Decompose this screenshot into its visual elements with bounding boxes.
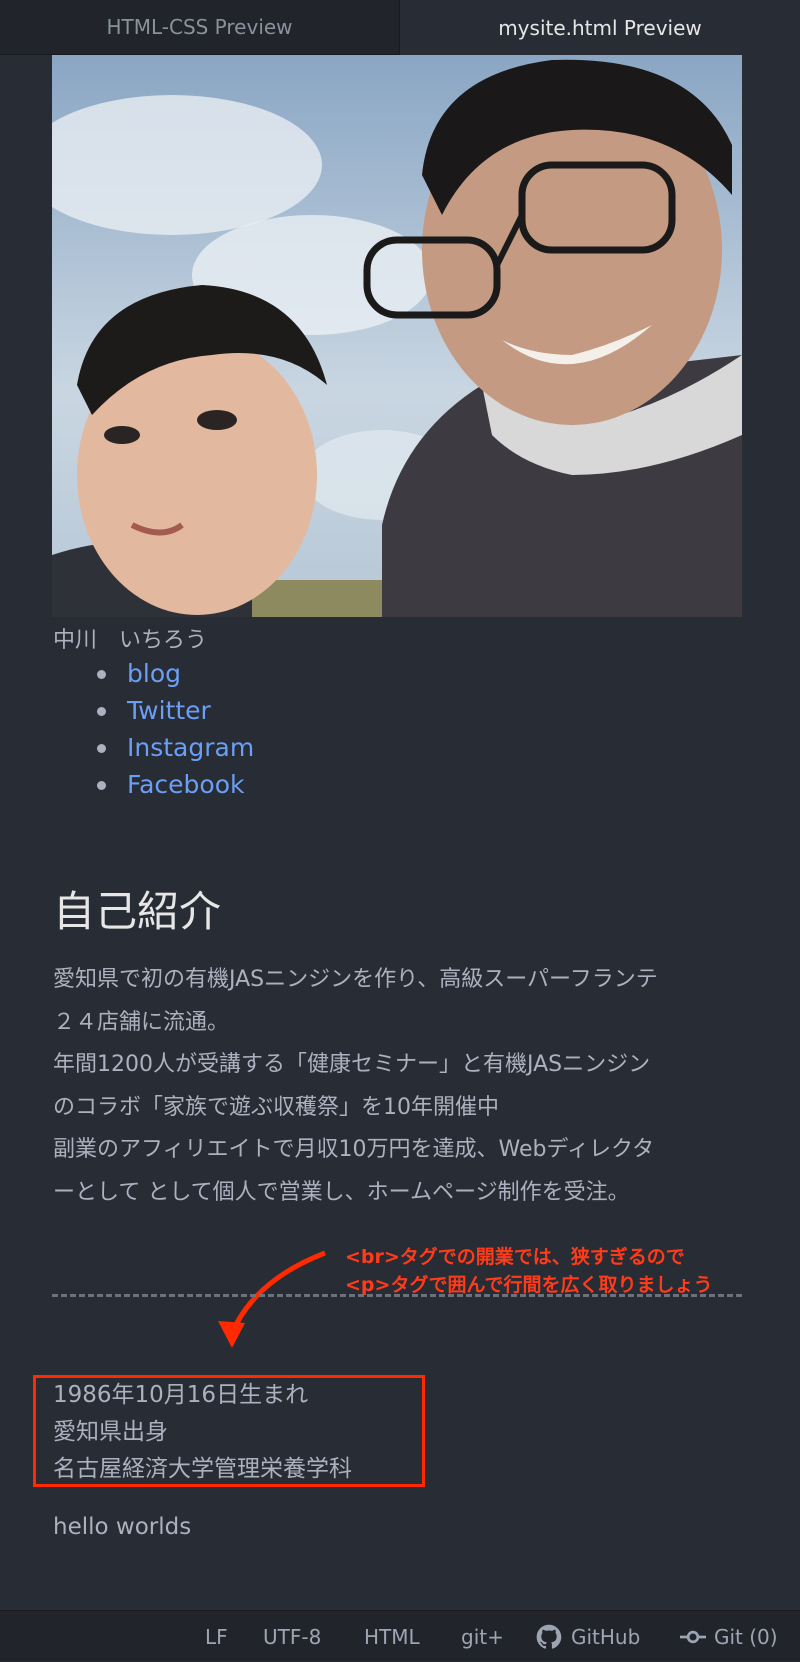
- intro-line: ーとして として個人で営業し、ホームページ制作を受注。: [53, 1179, 630, 1205]
- list-item: Facebook: [96, 766, 254, 803]
- annotation-note: <br>タグでの開業では、狭すぎるので <p>タグで囲んで行間を広く取りましょう: [345, 1243, 713, 1299]
- intro-line: 愛知県で初の有機JASニンジンを作り、高級スーパーフランテ: [53, 967, 658, 992]
- github-status[interactable]: GitHub: [535, 1611, 640, 1662]
- intro-line: ２４店舗に流通。: [53, 1009, 230, 1035]
- twitter-link[interactable]: Twitter: [127, 696, 211, 725]
- status-bar: LF UTF-8 HTML git+ GitHub Git (0): [0, 1610, 800, 1661]
- instagram-link[interactable]: Instagram: [127, 733, 254, 762]
- annotation-line: <br>タグでの開業では、狭すぎるので: [345, 1246, 685, 1268]
- git-commit-icon: [680, 1630, 706, 1643]
- blog-link[interactable]: blog: [127, 659, 181, 688]
- annotation-arrow-icon: [218, 1250, 326, 1348]
- intro-line: 副業のアフィリエイトで月収10万円を達成、Webディレクタ: [53, 1137, 655, 1162]
- encoding-status[interactable]: UTF-8: [263, 1611, 321, 1662]
- tab-mysite-preview[interactable]: mysite.html Preview: [400, 0, 800, 55]
- git-status[interactable]: Git (0): [680, 1611, 778, 1662]
- social-links-list: blog Twitter Instagram Facebook: [96, 655, 254, 803]
- list-item: Twitter: [96, 692, 254, 729]
- intro-text: 愛知県で初の有機JASニンジンを作り、高級スーパーフランテ ２４店舗に流通。 年…: [53, 959, 753, 1214]
- line-ending-status[interactable]: LF: [205, 1611, 228, 1662]
- tab-bar: HTML-CSS Preview mysite.html Preview: [0, 0, 800, 55]
- hello-text: hello worlds: [53, 1514, 192, 1540]
- grammar-status[interactable]: HTML: [364, 1611, 420, 1662]
- intro-line: のコラボ「家族で遊ぶ収穫祭」を10年開催中: [53, 1094, 499, 1120]
- list-item: Instagram: [96, 729, 254, 766]
- bio-line: 愛知県出身: [53, 1419, 168, 1445]
- git-plus-status[interactable]: git+: [461, 1611, 504, 1662]
- github-icon: [536, 1624, 562, 1649]
- list-item: blog: [96, 655, 254, 692]
- intro-line: 年間1200人が受講する「健康セミナー」と有機JASニンジン: [53, 1052, 651, 1077]
- tab-html-css-preview[interactable]: HTML-CSS Preview: [0, 0, 400, 55]
- profile-photo: [52, 55, 742, 617]
- bio-line: 名古屋経済大学管理栄養学科: [53, 1456, 352, 1482]
- profile-name: 中川 いちろう: [53, 628, 208, 653]
- horizontal-rule: [52, 1294, 742, 1297]
- bio-text: 1986年10月16日生まれ 愛知県出身 名古屋経済大学管理栄養学科: [53, 1377, 352, 1488]
- github-label: GitHub: [571, 1624, 641, 1649]
- preview-content: 中川 いちろう blog Twitter Instagram Facebook …: [0, 55, 800, 1610]
- section-heading: 自己紹介: [53, 887, 222, 936]
- git-label: Git (0): [714, 1624, 778, 1649]
- facebook-link[interactable]: Facebook: [127, 770, 244, 799]
- bio-line: 1986年10月16日生まれ: [53, 1382, 309, 1408]
